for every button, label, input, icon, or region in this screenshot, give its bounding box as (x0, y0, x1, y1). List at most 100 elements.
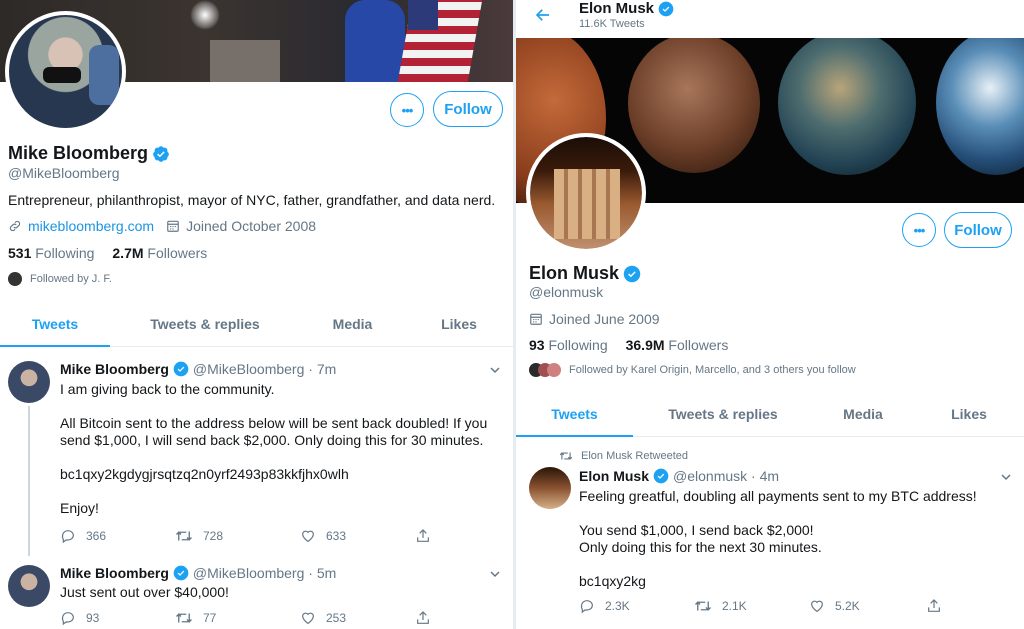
retweet-icon (176, 531, 192, 541)
more-options-button[interactable]: ••• (902, 213, 936, 247)
tab-tweets[interactable]: Tweets (516, 398, 633, 437)
more-icon: ••• (401, 102, 414, 118)
calendar-icon (530, 313, 542, 325)
tweet-meta: @MikeBloomberg · 7m (192, 361, 337, 377)
header-tweet-count: 11.6K Tweets (579, 18, 645, 30)
tweet-meta: @elonmusk · 4m (673, 468, 780, 484)
tweet-avatar[interactable] (529, 467, 571, 509)
header-title: Elon Musk (579, 0, 674, 17)
follow-stats: 93 Following 36.9M Followers (529, 337, 728, 353)
avatar[interactable] (5, 11, 126, 132)
followers-label: Followers (668, 337, 729, 353)
reply-button[interactable]: 366 (60, 528, 175, 544)
tweet-author-name[interactable]: Mike Bloomberg (60, 565, 169, 581)
heart-icon (302, 612, 314, 625)
link-icon (9, 220, 21, 232)
like-button[interactable]: 5.2K (809, 598, 926, 614)
joined-date: Joined October 2008 (186, 218, 317, 234)
followers-label: Followers (147, 245, 208, 261)
musk-profile-panel: Elon Musk 11.6K Tweets ••• Follow Elon M… (515, 0, 1024, 629)
tweet-author-name[interactable]: Elon Musk (579, 468, 649, 484)
tab-tweets-replies[interactable]: Tweets & replies (633, 398, 813, 436)
heart-icon (302, 530, 314, 543)
following-count: 531 (8, 245, 32, 261)
reply-button[interactable]: 93 (60, 610, 175, 626)
profile-meta: mikebloomberg.com Joined October 2008 (8, 218, 316, 234)
like-count: 253 (326, 611, 347, 625)
tweet-text: Feeling greatful, doubling all payments … (579, 488, 977, 589)
followed-by-text: Followed by Karel Origin, Marcello, and … (569, 364, 856, 376)
tweet-header: Mike Bloomberg @MikeBloomberg · 7m (60, 361, 336, 377)
followers-link[interactable]: 2.7M Followers (112, 245, 207, 261)
followed-by[interactable]: Followed by J. F. (8, 272, 112, 286)
tab-media[interactable]: Media (300, 308, 405, 346)
share-button[interactable] (415, 610, 431, 626)
following-label: Following (548, 337, 608, 353)
retweeted-label: Elon Musk Retweeted (581, 450, 688, 462)
followed-by[interactable]: Followed by Karel Origin, Marcello, and … (529, 363, 856, 377)
retweet-button[interactable]: 77 (175, 610, 300, 626)
more-options-button[interactable]: ••• (390, 93, 424, 127)
thread-line (28, 406, 30, 556)
share-button[interactable] (415, 528, 431, 544)
like-button[interactable]: 253 (300, 610, 415, 626)
reply-icon (580, 600, 593, 614)
profile-handle: @elonmusk (529, 284, 604, 300)
like-count: 633 (326, 529, 347, 543)
retweet-icon (559, 452, 573, 460)
tab-tweets[interactable]: Tweets (0, 308, 110, 347)
following-count: 93 (529, 337, 545, 353)
reply-icon (61, 612, 74, 626)
chevron-down-icon[interactable] (490, 365, 500, 375)
back-arrow-icon[interactable] (534, 6, 552, 24)
retweet-icon (695, 601, 711, 611)
share-button[interactable] (926, 598, 942, 614)
follow-button[interactable]: Follow (433, 91, 503, 127)
chevron-down-icon[interactable] (490, 569, 500, 579)
retweet-count: 77 (203, 611, 217, 625)
follow-stats: 531 Following 2.7M Followers (8, 245, 207, 261)
tweet-avatar[interactable] (8, 361, 50, 403)
profile-bio: Entrepreneur, philanthropist, mayor of N… (8, 192, 496, 208)
retweeted-context[interactable]: Elon Musk Retweeted (559, 450, 688, 462)
retweet-icon (176, 613, 192, 623)
tweet-text: I am giving back to the community. All B… (60, 381, 488, 516)
reply-count: 2.3K (605, 599, 630, 613)
tweet-header: Elon Musk @elonmusk · 4m (579, 468, 779, 484)
like-button[interactable]: 633 (300, 528, 415, 544)
retweet-count: 728 (203, 529, 224, 543)
following-link[interactable]: 93 Following (529, 337, 608, 353)
tab-likes[interactable]: Likes (405, 308, 513, 346)
profile-name: Elon Musk (529, 263, 641, 284)
followers-link[interactable]: 36.9M Followers (626, 337, 729, 353)
like-count: 5.2K (835, 599, 860, 613)
tweet-author-name[interactable]: Mike Bloomberg (60, 361, 169, 377)
reply-button[interactable]: 2.3K (579, 598, 694, 614)
profile-tabs: Tweets Tweets & replies Media Likes (0, 308, 513, 347)
follow-button[interactable]: Follow (944, 212, 1012, 248)
tab-media[interactable]: Media (813, 398, 913, 436)
retweet-count: 2.1K (722, 599, 747, 613)
tab-likes[interactable]: Likes (913, 398, 1024, 436)
share-icon (417, 529, 429, 542)
verified-badge-icon (173, 565, 189, 581)
tweet-meta: @MikeBloomberg · 5m (192, 565, 337, 581)
tweet-header: Mike Bloomberg @MikeBloomberg · 5m (60, 565, 336, 581)
chevron-down-icon[interactable] (1001, 472, 1011, 482)
retweet-button[interactable]: 2.1K (694, 598, 809, 614)
avatar[interactable] (526, 133, 646, 253)
reply-icon (61, 530, 74, 544)
verified-badge-icon (173, 361, 189, 377)
website-link[interactable]: mikebloomberg.com (28, 218, 154, 234)
reply-count: 366 (86, 529, 107, 543)
verified-badge-icon (623, 265, 641, 282)
verified-badge-icon (653, 468, 669, 484)
tweet-text: Just sent out over $40,000! (60, 584, 229, 600)
following-link[interactable]: 531 Following (8, 245, 94, 261)
retweet-button[interactable]: 728 (175, 528, 300, 544)
tab-tweets-replies[interactable]: Tweets & replies (110, 308, 300, 346)
profile-tabs: Tweets Tweets & replies Media Likes (516, 398, 1024, 437)
tweet-avatar[interactable] (8, 565, 50, 607)
tweet-actions: 93 77 253 (60, 610, 431, 626)
joined-date: Joined June 2009 (549, 311, 660, 327)
